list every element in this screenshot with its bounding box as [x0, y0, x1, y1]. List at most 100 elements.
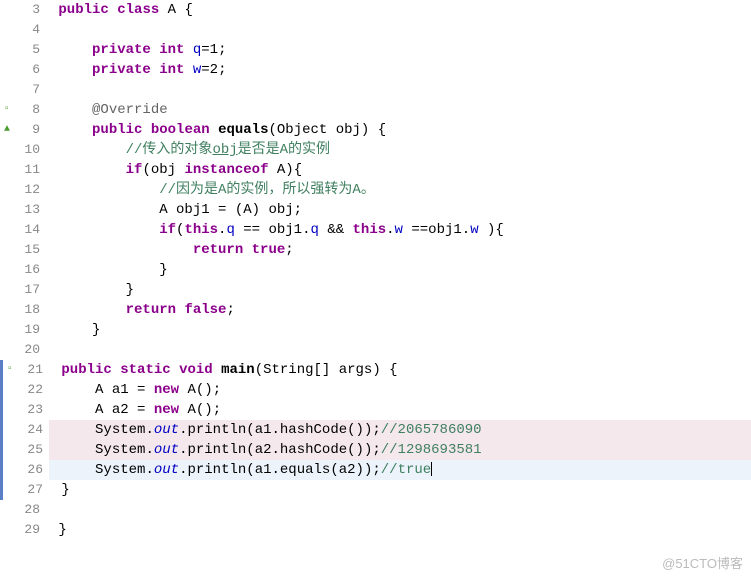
code-content[interactable]: public boolean equals(Object obj) {: [46, 120, 751, 140]
token-plain: A a2: [95, 402, 137, 418]
code-content[interactable]: @Override: [46, 100, 751, 120]
code-line[interactable]: 27 }: [0, 480, 751, 500]
code-content[interactable]: }: [46, 280, 751, 300]
code-line[interactable]: 14 if(this.q == obj1.q && this.w ==obj1.…: [0, 220, 751, 240]
text-caret: [431, 462, 432, 476]
code-line[interactable]: ▫21 public static void main(String[] arg…: [0, 360, 751, 380]
token-plain: [53, 382, 95, 398]
code-editor[interactable]: 3 public class A {45 private int q=1;6 p…: [0, 0, 751, 578]
code-line[interactable]: 16 }: [0, 260, 751, 280]
token-kw: new: [154, 382, 179, 398]
code-content[interactable]: [46, 20, 751, 40]
line-number: 13: [14, 200, 46, 220]
token-punc: .: [272, 442, 280, 458]
token-plain: A: [243, 202, 251, 218]
code-line[interactable]: 24 System.out.println(a1.hashCode());//2…: [0, 420, 751, 440]
code-line[interactable]: 23 A a2 = new A();: [0, 400, 751, 420]
code-line[interactable]: 25 System.out.println(a2.hashCode());//1…: [0, 440, 751, 460]
code-line[interactable]: ▫8 @Override: [0, 100, 751, 120]
token-fldit: out: [154, 422, 179, 438]
token-plain: [184, 42, 192, 58]
token-kw: if: [126, 162, 143, 178]
code-content[interactable]: }: [49, 480, 751, 500]
override-marker-icon[interactable]: ▲: [0, 120, 14, 140]
code-line[interactable]: 20: [0, 340, 751, 360]
code-content[interactable]: }: [46, 520, 751, 540]
gutter-blank: [3, 380, 17, 400]
code-content[interactable]: return false;: [46, 300, 751, 320]
code-line[interactable]: 17 }: [0, 280, 751, 300]
code-line[interactable]: 28: [0, 500, 751, 520]
token-plain: a1: [255, 422, 272, 438]
code-content[interactable]: private int w=2;: [46, 60, 751, 80]
code-content[interactable]: return true;: [46, 240, 751, 260]
token-method: equals: [218, 122, 268, 138]
code-content[interactable]: [46, 80, 751, 100]
code-content[interactable]: [46, 340, 751, 360]
code-line[interactable]: 3 public class A {: [0, 0, 751, 20]
code-content[interactable]: System.out.println(a1.equals(a2));//true: [49, 460, 751, 480]
code-content[interactable]: A a1 = new A();: [49, 380, 751, 400]
code-line[interactable]: 6 private int w=2;: [0, 60, 751, 80]
code-line[interactable]: 29 }: [0, 520, 751, 540]
code-content[interactable]: public class A {: [46, 0, 751, 20]
fold-marker-icon[interactable]: ▫: [0, 100, 14, 120]
token-plain: =: [201, 62, 209, 78]
code-content[interactable]: }: [46, 320, 751, 340]
code-line[interactable]: 10 //传入的对象obj是否是A的实例: [0, 140, 751, 160]
token-cmt: //2065786090: [381, 422, 482, 438]
token-plain: [50, 42, 92, 58]
gutter-blank: [3, 400, 17, 420]
token-plain: [213, 362, 221, 378]
token-punc: }: [126, 282, 134, 298]
code-content[interactable]: if(obj instanceof A){: [46, 160, 751, 180]
token-punc: (: [330, 462, 338, 478]
gutter-blank: [0, 280, 14, 300]
code-content[interactable]: System.out.println(a1.hashCode());//2065…: [49, 420, 751, 440]
fold-marker-icon[interactable]: ▫: [3, 360, 17, 380]
token-plain: a2: [255, 442, 272, 458]
code-line[interactable]: 12 //因为是A的实例，所以强转为A。: [0, 180, 751, 200]
token-kw: this: [353, 222, 387, 238]
code-content[interactable]: if(this.q == obj1.q && this.w ==obj1.w )…: [46, 220, 751, 240]
code-line[interactable]: 13 A obj1 = (A) obj;: [0, 200, 751, 220]
code-content[interactable]: //因为是A的实例，所以强转为A。: [46, 180, 751, 200]
token-cmt: //1298693581: [381, 442, 482, 458]
code-content[interactable]: A a2 = new A();: [49, 400, 751, 420]
token-kw: public: [58, 2, 108, 18]
code-content[interactable]: System.out.println(a2.hashCode());//1298…: [49, 440, 751, 460]
gutter-blank: [0, 260, 14, 280]
code-content[interactable]: public static void main(String[] args) {: [49, 360, 751, 380]
code-content[interactable]: }: [46, 260, 751, 280]
token-plain: [145, 402, 153, 418]
token-punc: {: [495, 222, 503, 238]
code-line[interactable]: 5 private int q=1;: [0, 40, 751, 60]
token-fldit: out: [154, 442, 179, 458]
line-number: 18: [14, 300, 46, 320]
code-line[interactable]: 26 System.out.println(a1.equals(a2));//t…: [0, 460, 751, 480]
token-plain: [381, 362, 389, 378]
code-line[interactable]: 4: [0, 20, 751, 40]
token-plain: [50, 202, 159, 218]
token-punc: (: [246, 462, 254, 478]
line-number: 10: [14, 140, 46, 160]
code-line[interactable]: ▲9 public boolean equals(Object obj) {: [0, 120, 751, 140]
line-number: 26: [17, 460, 49, 480]
code-line[interactable]: 22 A a1 = new A();: [0, 380, 751, 400]
code-line[interactable]: 11 if(obj instanceof A){: [0, 160, 751, 180]
code-line[interactable]: 7: [0, 80, 751, 100]
code-content[interactable]: [46, 500, 751, 520]
code-line[interactable]: 19 }: [0, 320, 751, 340]
token-punc: ;: [218, 62, 226, 78]
token-plain: [226, 202, 234, 218]
code-content[interactable]: private int q=1;: [46, 40, 751, 60]
token-punc: ;: [213, 402, 221, 418]
code-line[interactable]: 15 return true;: [0, 240, 751, 260]
token-ann: @Override: [92, 102, 168, 118]
code-content[interactable]: A obj1 = (A) obj;: [46, 200, 751, 220]
token-plain: hashCode: [280, 422, 347, 438]
code-line[interactable]: 18 return false;: [0, 300, 751, 320]
code-content[interactable]: //传入的对象obj是否是A的实例: [46, 140, 751, 160]
token-plain: [344, 222, 352, 238]
token-punc: {: [378, 122, 386, 138]
